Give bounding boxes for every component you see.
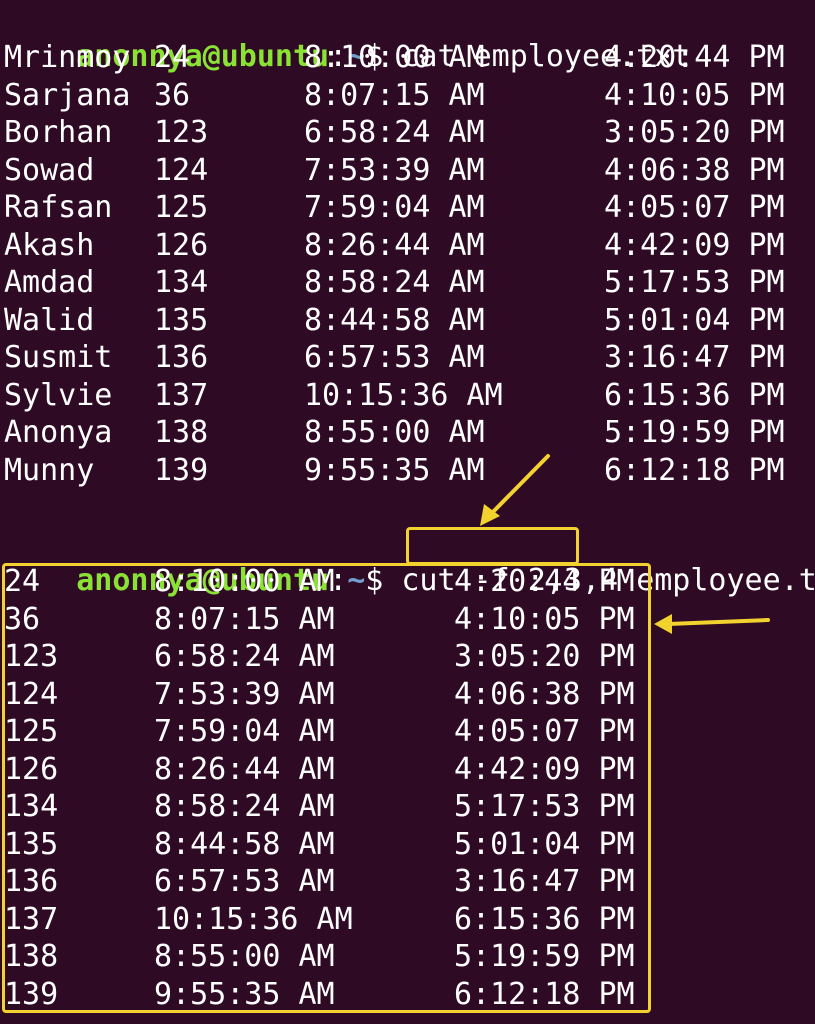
check-out-time: 4:06:38 PM (604, 152, 785, 188)
employee-name: Mrinmoy (4, 40, 131, 75)
check-in-time: 10:15:36 AM (154, 901, 353, 937)
check-in-time: 8:07:15 AM (154, 601, 335, 637)
prompt-dollar: $ (365, 563, 384, 598)
check-in-time: 9:55:35 AM (304, 452, 485, 488)
check-in-time: 8:58:24 AM (154, 789, 335, 824)
employee-id: 136 (4, 864, 59, 899)
check-out-time: 4:20:44 PM (604, 40, 785, 75)
check-in-time: 9:55:35 AM (154, 976, 335, 1012)
check-out-time: 4:05:07 PM (604, 190, 785, 225)
employee-name: Sowad (4, 152, 95, 188)
check-out-time: 5:17:53 PM (604, 265, 785, 300)
employee-name: Amdad (4, 265, 95, 300)
check-in-time: 8:44:58 AM (304, 302, 485, 338)
check-out-time: 4:10:05 PM (604, 77, 785, 113)
employee-id: 123 (4, 639, 59, 674)
employee-id: 24 (4, 564, 41, 599)
check-in-time: 7:59:04 AM (304, 190, 485, 225)
employee-id: 139 (154, 452, 209, 488)
employee-id: 124 (4, 676, 59, 712)
check-in-time: 6:57:53 AM (304, 340, 485, 375)
employee-id: 125 (154, 190, 209, 225)
check-out-time: 4:06:38 PM (454, 676, 635, 712)
arrow-icon-option (480, 454, 550, 526)
check-in-time: 7:53:39 AM (154, 676, 335, 712)
employee-name: Anonya (4, 415, 113, 450)
employee-id: 124 (154, 152, 209, 188)
check-in-time: 8:55:00 AM (304, 415, 485, 450)
check-in-time: 8:10:00 AM (304, 40, 485, 75)
prompt-line-cut: anonnya@ubuntu:~$ cut -f 2,3,4 employee.… (4, 527, 815, 598)
employee-id: 138 (4, 939, 59, 974)
employee-id: 134 (154, 265, 209, 300)
check-out-time: 5:17:53 PM (454, 789, 635, 824)
check-out-time: 3:05:20 PM (454, 639, 635, 674)
check-in-time: 8:26:44 AM (304, 227, 485, 263)
employee-id: 36 (154, 77, 191, 113)
check-out-time: 5:01:04 PM (604, 302, 785, 338)
check-out-time: 4:42:09 PM (604, 227, 785, 263)
check-out-time: 4:05:07 PM (454, 714, 635, 749)
employee-id: 137 (154, 377, 209, 413)
employee-name: Susmit (4, 340, 113, 375)
command-cut-filename: employee.txt (636, 563, 815, 598)
employee-id: 126 (154, 227, 209, 263)
check-out-time: 4:10:05 PM (454, 601, 635, 637)
employee-id: 135 (4, 826, 59, 862)
employee-id: 134 (4, 789, 59, 824)
employee-id: 126 (4, 751, 59, 787)
check-in-time: 8:58:24 AM (304, 265, 485, 300)
employee-name: Munny (4, 452, 95, 488)
employee-id: 36 (4, 601, 41, 637)
check-out-time: 5:01:04 PM (454, 826, 635, 862)
check-out-time: 6:15:36 PM (604, 377, 785, 413)
check-in-time: 6:58:24 AM (154, 639, 335, 674)
check-in-time: 10:15:36 AM (304, 377, 503, 413)
employee-id: 138 (154, 415, 209, 450)
check-out-time: 3:16:47 PM (454, 864, 635, 899)
check-out-time: 4:42:09 PM (454, 751, 635, 787)
check-out-time: 4:20:44 PM (454, 564, 635, 599)
check-out-time: 3:05:20 PM (604, 115, 785, 150)
check-out-time: 6:12:18 PM (604, 452, 785, 488)
check-out-time: 6:15:36 PM (454, 901, 635, 937)
check-in-time: 8:10:00 AM (154, 564, 335, 599)
terminal-window[interactable]: anonnya@ubuntu:~$ cat employee.txt Mrinm… (0, 0, 815, 1024)
employee-id: 24 (154, 40, 191, 75)
employee-id: 125 (4, 714, 59, 749)
prompt-line-cat: anonnya@ubuntu:~$ cat employee.txt (4, 3, 690, 74)
employee-id: 123 (154, 115, 209, 150)
check-in-time: 7:53:39 AM (304, 152, 485, 188)
check-out-time: 5:19:59 PM (454, 939, 635, 974)
check-in-time: 6:57:53 AM (154, 864, 335, 899)
employee-id: 136 (154, 340, 209, 375)
check-in-time: 8:55:00 AM (154, 939, 335, 974)
prompt-path: ~ (347, 563, 366, 598)
employee-name: Walid (4, 302, 95, 338)
check-in-time: 8:07:15 AM (304, 77, 485, 113)
check-in-time: 7:59:04 AM (154, 714, 335, 749)
arrow-icon-output (654, 614, 770, 634)
employee-name: Rafsan (4, 190, 113, 225)
employee-name: Sylvie (4, 377, 113, 413)
employee-id: 137 (4, 901, 59, 937)
command-cut: cut (401, 563, 456, 598)
employee-name: Akash (4, 227, 95, 263)
check-out-time: 5:19:59 PM (604, 415, 785, 450)
employee-name: Sarjana (4, 77, 131, 113)
check-out-time: 6:12:18 PM (454, 976, 635, 1012)
employee-name: Borhan (4, 115, 113, 150)
check-in-time: 8:44:58 AM (154, 826, 335, 862)
check-out-time: 3:16:47 PM (604, 340, 785, 375)
check-in-time: 8:26:44 AM (154, 751, 335, 787)
check-in-time: 6:58:24 AM (304, 115, 485, 150)
employee-id: 135 (154, 302, 209, 338)
employee-id: 139 (4, 976, 59, 1012)
